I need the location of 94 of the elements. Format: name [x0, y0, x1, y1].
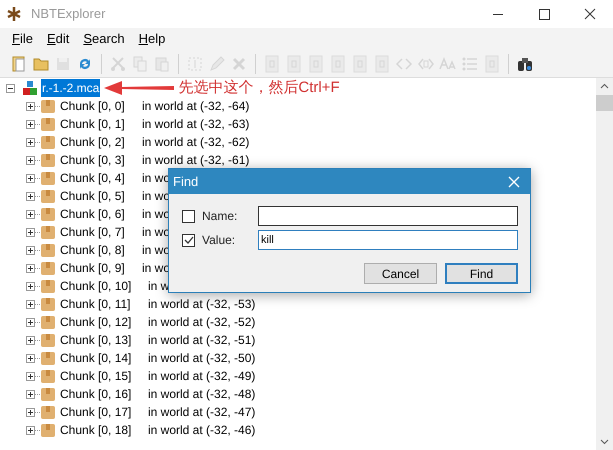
- expand-toggle[interactable]: [26, 246, 35, 254]
- expand-toggle[interactable]: [26, 318, 35, 326]
- blocks-icon: [21, 80, 39, 96]
- tree-item[interactable]: Chunk [0, 6]: [60, 205, 142, 223]
- tree-item[interactable]: Chunk [0, 5]: [60, 187, 142, 205]
- box-icon: [40, 386, 56, 402]
- expand-toggle[interactable]: [26, 372, 35, 380]
- menu-item[interactable]: Help: [132, 29, 172, 49]
- expand-toggle[interactable]: [26, 210, 35, 218]
- box-icon: [40, 350, 56, 366]
- chunk-location: in world at (-32, -50): [148, 350, 256, 367]
- expand-toggle[interactable]: [26, 354, 35, 362]
- expand-toggle[interactable]: [26, 138, 35, 146]
- scroll-thumb[interactable]: [596, 95, 613, 111]
- chunk-location: in world at (-32, -53): [148, 296, 256, 313]
- chunk-location: in world at (-32, -63): [142, 116, 250, 133]
- chunk-location: in world at (-32, -64): [142, 98, 250, 115]
- window-title: NBTExplorer: [31, 5, 106, 24]
- field-label: Name:: [202, 208, 238, 225]
- box-icon: [40, 278, 56, 294]
- box-icon: [40, 314, 56, 330]
- menu-item[interactable]: Search: [76, 29, 132, 49]
- expand-toggle[interactable]: [26, 408, 35, 416]
- scrollbar[interactable]: [596, 78, 613, 450]
- chunk-location: in world at (-32, -62): [142, 134, 250, 151]
- annotation-text: 先选中这个，然后Ctrl+F: [178, 78, 340, 98]
- tree-item[interactable]: Chunk [0, 7]: [60, 223, 142, 241]
- dialog-button[interactable]: Cancel: [364, 263, 437, 284]
- text-field[interactable]: [258, 206, 518, 226]
- box-icon: [40, 206, 56, 222]
- expand-toggle[interactable]: [26, 390, 35, 398]
- checkbox[interactable]: [182, 234, 195, 246]
- dialog-button[interactable]: Find: [445, 263, 518, 284]
- tree-item[interactable]: Chunk [0, 17]: [60, 403, 148, 421]
- expand-toggle[interactable]: [26, 192, 35, 200]
- tree-item[interactable]: Chunk [0, 0]: [60, 97, 142, 115]
- box-icon: [40, 368, 56, 384]
- tree-item[interactable]: Chunk [0, 13]: [60, 331, 148, 349]
- menu-item[interactable]: File: [5, 29, 40, 49]
- expand-toggle[interactable]: [26, 174, 35, 182]
- chunk-location: in world at (-32, -47): [148, 404, 256, 421]
- tree-item[interactable]: Chunk [0, 16]: [60, 385, 148, 403]
- expand-toggle[interactable]: [26, 426, 35, 434]
- chunk-location: in world at (-32, -51): [148, 332, 256, 349]
- tree-item[interactable]: Chunk [0, 2]: [60, 133, 142, 151]
- expand-toggle[interactable]: [26, 228, 35, 236]
- checkbox[interactable]: [182, 210, 195, 222]
- chunk-location: in world at (-32, -48): [148, 386, 256, 403]
- box-icon: [40, 296, 56, 312]
- tree-item[interactable]: Chunk [0, 1]: [60, 115, 142, 133]
- box-icon: [40, 134, 56, 150]
- box-icon: [40, 188, 56, 204]
- tree-item[interactable]: Chunk [0, 14]: [60, 349, 148, 367]
- field-label: Value:: [202, 232, 236, 249]
- expand-toggle[interactable]: [26, 120, 35, 128]
- box-icon: [40, 260, 56, 276]
- box-icon: [40, 116, 56, 132]
- expand-toggle[interactable]: [26, 336, 35, 344]
- box-icon: [40, 422, 56, 438]
- tree-item[interactable]: Chunk [0, 11]: [60, 295, 148, 313]
- box-icon: [40, 98, 56, 114]
- dialog-title: Find: [173, 172, 198, 191]
- collapse-toggle[interactable]: [6, 84, 15, 92]
- box-icon: [40, 152, 56, 168]
- menu-item[interactable]: Edit: [40, 29, 76, 49]
- box-icon: [40, 242, 56, 258]
- box-icon: [40, 404, 56, 420]
- box-icon: [40, 170, 56, 186]
- text-field[interactable]: kill: [258, 230, 518, 250]
- check-icon: [184, 235, 194, 245]
- chunk-location: in world at (-32, -46): [148, 422, 256, 439]
- expand-toggle[interactable]: [26, 300, 35, 308]
- arrow-icon: [104, 81, 174, 95]
- box-icon: [40, 332, 56, 348]
- tree-item[interactable]: Chunk [0, 10]: [60, 277, 148, 295]
- expand-toggle[interactable]: [26, 264, 35, 272]
- expand-toggle[interactable]: [26, 282, 35, 290]
- tree-item[interactable]: Chunk [0, 4]: [60, 169, 142, 187]
- chunk-location: in world at (-32, -61): [142, 152, 250, 169]
- close-icon[interactable]: [508, 176, 520, 188]
- expand-toggle[interactable]: [26, 102, 35, 110]
- tree-item[interactable]: Chunk [0, 18]: [60, 421, 148, 439]
- tree-item[interactable]: Chunk [0, 12]: [60, 313, 148, 331]
- tree-item[interactable]: Chunk [0, 15]: [60, 367, 148, 385]
- app-logo-icon: [6, 6, 22, 22]
- tree-item[interactable]: Chunk [0, 8]: [60, 241, 142, 259]
- tree-item[interactable]: Chunk [0, 9]: [60, 259, 142, 277]
- tree-item[interactable]: Chunk [0, 3]: [60, 151, 142, 169]
- chunk-location: in world at (-32, -52): [148, 314, 256, 331]
- box-icon: [40, 224, 56, 240]
- tree-item[interactable]: r.-1.-2.mca: [41, 79, 100, 97]
- expand-toggle[interactable]: [26, 156, 35, 164]
- chunk-location: in world at (-32, -49): [148, 368, 256, 385]
- close-icon: [584, 8, 596, 20]
